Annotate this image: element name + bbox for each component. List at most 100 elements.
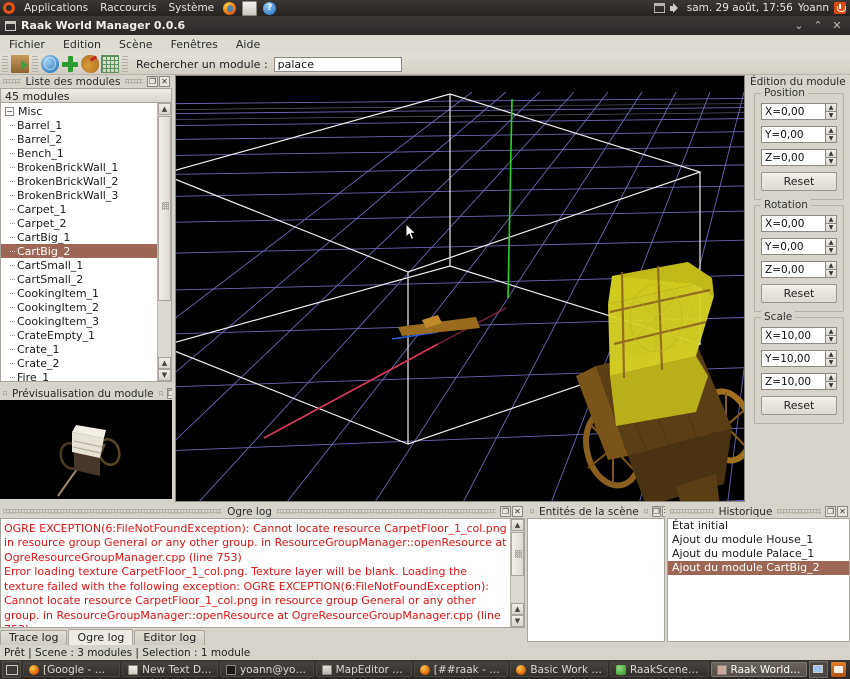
3d-viewport[interactable] xyxy=(175,75,745,502)
taskbar-task[interactable]: New Text Doc... xyxy=(122,662,218,677)
spinbox-up-icon[interactable]: ▲ xyxy=(825,238,837,246)
spinbox-down-icon[interactable]: ▼ xyxy=(825,111,837,120)
taskbar-task[interactable]: RaakSceneEdi... xyxy=(609,662,709,677)
module-item[interactable]: Carpet_1 xyxy=(1,202,158,216)
help-icon[interactable]: ? xyxy=(263,1,277,15)
spinbox-scale-x[interactable]: ▲▼ xyxy=(761,327,837,344)
module-item[interactable]: Barrel_1 xyxy=(1,118,158,132)
entities-drag-handle-right[interactable] xyxy=(643,509,648,514)
log-scroll-down-button[interactable]: ▼ xyxy=(511,615,524,627)
module-item[interactable]: CrateEmpty_1 xyxy=(1,328,158,342)
preview-drag-handle-right[interactable] xyxy=(158,391,163,396)
spinbox-input[interactable] xyxy=(761,350,825,367)
spinbox-up-icon[interactable]: ▲ xyxy=(825,261,837,269)
module-item[interactable]: Bench_1 xyxy=(1,146,158,160)
menu-systeme[interactable]: Système xyxy=(166,2,218,14)
mail-icon[interactable] xyxy=(242,0,258,16)
history-item[interactable]: Ajout du module House_1 xyxy=(668,533,849,547)
close-icon[interactable]: ✕ xyxy=(159,76,170,87)
show-desktop-icon[interactable] xyxy=(2,661,21,678)
tab-ogre-log[interactable]: Ogre log xyxy=(68,629,134,645)
entities-list[interactable] xyxy=(527,518,665,642)
dock-drag-handle[interactable] xyxy=(3,79,21,84)
workspace-preview-icon[interactable] xyxy=(809,661,828,678)
preview-drag-handle[interactable] xyxy=(3,391,7,396)
spinbox-input[interactable] xyxy=(761,327,825,344)
module-item[interactable]: BrokenBrickWall_2 xyxy=(1,174,158,188)
menu-scene[interactable]: Scène xyxy=(110,36,162,53)
spinbox-down-icon[interactable]: ▼ xyxy=(825,223,837,232)
module-item[interactable]: Barrel_2 xyxy=(1,132,158,146)
palette-icon[interactable] xyxy=(81,55,99,73)
spinbox-input[interactable] xyxy=(761,238,825,255)
menu-fichier[interactable]: Fichier xyxy=(0,36,54,53)
update-manager-icon[interactable] xyxy=(831,662,846,677)
module-item[interactable]: Carpet_2 xyxy=(1,216,158,230)
spinbox-input[interactable] xyxy=(761,149,825,166)
menu-applications[interactable]: Applications xyxy=(21,2,91,14)
spinbox-scale-y[interactable]: ▲▼ xyxy=(761,350,837,367)
reset-rotation-button[interactable]: Reset xyxy=(761,284,837,303)
entities-close-icon[interactable]: ✕ xyxy=(661,506,665,517)
search-input[interactable] xyxy=(273,56,402,72)
minimize-button[interactable]: ⌄ xyxy=(790,18,808,33)
module-item[interactable]: Crate_2 xyxy=(1,356,158,370)
module-item[interactable]: BrokenBrickWall_3 xyxy=(1,188,158,202)
module-item[interactable]: CookingItem_1 xyxy=(1,286,158,300)
spinbox-up-icon[interactable]: ▲ xyxy=(825,126,837,134)
log-float-icon[interactable]: ❐ xyxy=(500,506,512,517)
scroll-up-button[interactable]: ▲ xyxy=(158,103,171,115)
history-close-icon[interactable]: ✕ xyxy=(837,506,848,517)
module-item[interactable]: CookingItem_2 xyxy=(1,300,158,314)
log-scrollbar-thumb[interactable] xyxy=(511,532,524,576)
history-drag-handle-right[interactable] xyxy=(777,509,821,514)
tab-editor-log[interactable]: Editor log xyxy=(134,630,206,645)
taskbar-task[interactable]: [##raak - fre... xyxy=(413,662,509,677)
spinbox-input[interactable] xyxy=(761,261,825,278)
spinbox-down-icon[interactable]: ▼ xyxy=(825,157,837,166)
spinbox-input[interactable] xyxy=(761,103,825,120)
module-item[interactable]: CartSmall_1 xyxy=(1,258,158,272)
spinbox-position-x[interactable]: ▲▼ xyxy=(761,103,837,120)
plus-icon[interactable] xyxy=(61,55,79,73)
spinbox-up-icon[interactable]: ▲ xyxy=(825,215,837,223)
tab-trace-log[interactable]: Trace log xyxy=(0,630,68,645)
spinbox-scale-z[interactable]: ▲▼ xyxy=(761,373,837,390)
spinbox-rotation-y[interactable]: ▲▼ xyxy=(761,238,837,255)
history-item[interactable]: Ajout du module Palace_1 xyxy=(668,547,849,561)
spinbox-up-icon[interactable]: ▲ xyxy=(825,327,837,335)
taskbar-task[interactable]: MapEditor - N... xyxy=(315,662,412,677)
spinbox-down-icon[interactable]: ▼ xyxy=(825,381,837,390)
spinbox-down-icon[interactable]: ▼ xyxy=(825,134,837,143)
dock-drag-handle-right[interactable] xyxy=(125,79,143,84)
menu-aide[interactable]: Aide xyxy=(227,36,269,53)
spinbox-down-icon[interactable]: ▼ xyxy=(825,335,837,344)
export-icon[interactable] xyxy=(11,55,29,73)
spinbox-rotation-x[interactable]: ▲▼ xyxy=(761,215,837,232)
log-close-icon[interactable]: ✕ xyxy=(512,506,524,517)
scroll-down-button-upper[interactable]: ▲ xyxy=(158,357,171,369)
reset-position-button[interactable]: Reset xyxy=(761,172,837,191)
spinbox-input[interactable] xyxy=(761,373,825,390)
firefox-icon[interactable] xyxy=(223,1,237,15)
reset-scale-button[interactable]: Reset xyxy=(761,396,837,415)
log-scroll-up-button[interactable]: ▲ xyxy=(511,519,524,531)
log-drag-handle[interactable] xyxy=(3,509,223,514)
module-item[interactable]: Crate_1 xyxy=(1,342,158,356)
log-scroll-down-upper[interactable]: ▲ xyxy=(511,603,524,615)
module-item[interactable]: BrokenBrickWall_1 xyxy=(1,160,158,174)
history-list[interactable]: État initial Ajout du module House_1 Ajout… xyxy=(667,518,850,642)
history-item[interactable]: État initial xyxy=(668,519,849,533)
history-float-icon[interactable]: ❐ xyxy=(825,506,836,517)
spinbox-up-icon[interactable]: ▲ xyxy=(825,103,837,111)
module-item[interactable]: CartBig_2 xyxy=(1,244,158,258)
module-list-scrollbar[interactable]: ▲ ▲ ▼ xyxy=(157,103,171,381)
spinbox-up-icon[interactable]: ▲ xyxy=(825,350,837,358)
spinbox-input[interactable] xyxy=(761,126,825,143)
log-drag-handle-right[interactable] xyxy=(276,509,497,514)
spinbox-rotation-z[interactable]: ▲▼ xyxy=(761,261,837,278)
menu-raccourcis[interactable]: Raccourcis xyxy=(97,2,159,14)
toolbar-grip-3[interactable] xyxy=(122,55,128,73)
entities-float-icon[interactable]: ❐ xyxy=(651,506,661,517)
taskbar-task[interactable]: [Google - Moz... xyxy=(23,662,121,677)
